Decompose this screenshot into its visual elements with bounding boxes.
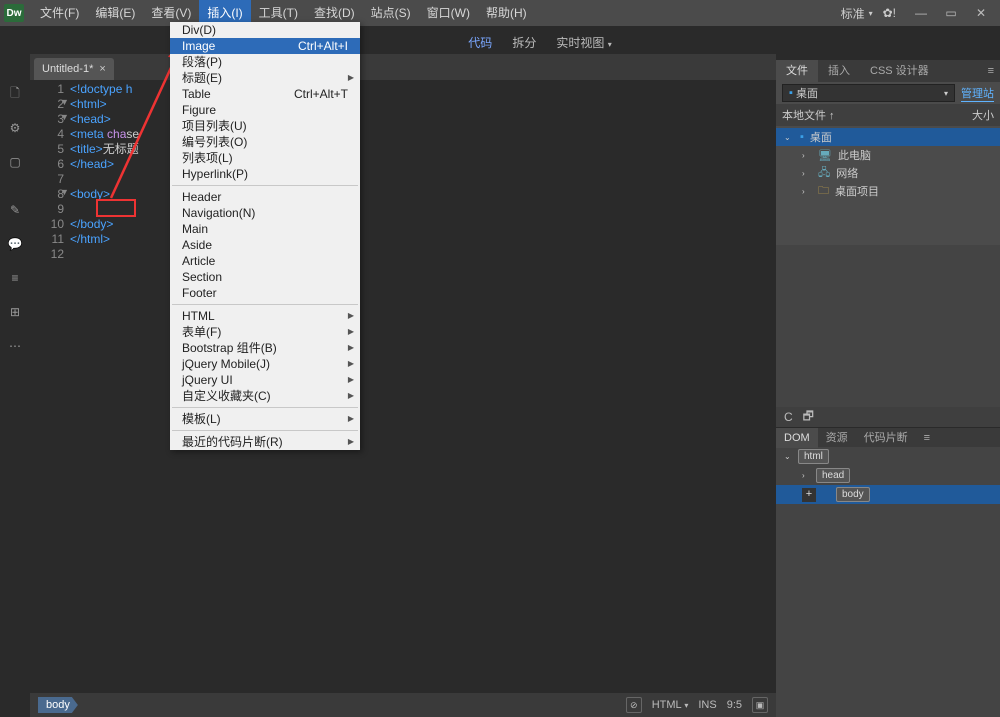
error-status-icon[interactable]: ⊘ bbox=[626, 697, 642, 713]
settings-gear-icon[interactable]: ✿! bbox=[883, 6, 896, 20]
tree-row[interactable]: ⌄▪桌面 bbox=[776, 128, 1000, 146]
insert-item[interactable]: Hyperlink(P) bbox=[170, 166, 360, 182]
insert-item[interactable]: 模板(L) bbox=[170, 411, 360, 427]
panel-menu-icon[interactable]: ≡ bbox=[982, 60, 1000, 82]
tool-file-icon[interactable]: 🗋 bbox=[5, 84, 25, 104]
file-tree[interactable]: ⌄▪桌面›🖥此电脑›🖧网络›🗀桌面项目 bbox=[776, 126, 1000, 202]
tool-more-icon[interactable]: ⋯ bbox=[5, 336, 25, 356]
tab-insert[interactable]: 插入 bbox=[818, 60, 860, 82]
insert-item[interactable]: 标题(E) bbox=[170, 70, 360, 86]
tool-comment-icon[interactable]: 💬 bbox=[5, 234, 25, 254]
insert-item[interactable]: Navigation(N) bbox=[170, 205, 360, 221]
insert-item[interactable]: 段落(P) bbox=[170, 54, 360, 70]
status-bar: body ⊘ HTML ▾ INS 9:5 ▣ bbox=[30, 693, 776, 717]
maximize-button[interactable]: ▭ bbox=[936, 0, 966, 26]
tag-breadcrumb[interactable]: body bbox=[38, 697, 78, 713]
menu-站点(S)[interactable]: 站点(S) bbox=[363, 0, 419, 26]
panel-menu-icon[interactable]: ≡ bbox=[916, 428, 938, 448]
tool-brush-icon[interactable]: ✎ bbox=[5, 200, 25, 220]
fold-toggle[interactable]: ▼ bbox=[60, 97, 69, 107]
insert-item[interactable]: jQuery Mobile(J) bbox=[170, 356, 360, 372]
tool-collapse-icon[interactable]: ≡ bbox=[5, 268, 25, 288]
refresh-icon[interactable]: C bbox=[784, 410, 793, 424]
tab-snippets[interactable]: 代码片断 bbox=[856, 428, 916, 448]
expand-icon[interactable]: 🗗 bbox=[803, 407, 814, 428]
insert-item[interactable]: ImageCtrl+Alt+I bbox=[170, 38, 360, 54]
minimize-button[interactable]: — bbox=[906, 0, 936, 26]
view-split[interactable]: 拆分 bbox=[512, 34, 536, 51]
insert-item[interactable]: TableCtrl+Alt+T bbox=[170, 86, 360, 102]
insert-item[interactable]: Header bbox=[170, 189, 360, 205]
cursor-highlight-box bbox=[96, 199, 136, 217]
tree-row[interactable]: ›🗀桌面项目 bbox=[776, 182, 1000, 200]
insert-item[interactable]: Div(D) bbox=[170, 22, 360, 38]
insert-item[interactable]: Footer bbox=[170, 285, 360, 301]
right-panel: 文件 插入 CSS 设计器 ≡ ▪ 桌面 ▾ 管理站 本地文件 ↑ 大小 ⌄▪桌… bbox=[776, 60, 1000, 717]
dom-tree[interactable]: ⌄html›head+body bbox=[776, 447, 1000, 717]
code-editor[interactable]: 123456789101112 <!doctype h<html><head><… bbox=[30, 80, 776, 687]
insert-item[interactable]: 表单(F) bbox=[170, 324, 360, 340]
status-cursor-pos: 9:5 bbox=[727, 699, 742, 711]
insert-item[interactable]: Section bbox=[170, 269, 360, 285]
view-switcher: 代码 拆分 实时视图 ▾ bbox=[300, 30, 780, 54]
insert-item[interactable]: Main bbox=[170, 221, 360, 237]
view-code[interactable]: 代码 bbox=[468, 34, 492, 51]
insert-item[interactable]: Figure bbox=[170, 102, 360, 118]
menu-帮助(H)[interactable]: 帮助(H) bbox=[478, 0, 535, 26]
view-live[interactable]: 实时视图 ▾ bbox=[556, 34, 611, 51]
menu-编辑(E)[interactable]: 编辑(E) bbox=[87, 0, 143, 26]
document-tab[interactable]: Untitled-1* × bbox=[34, 58, 114, 80]
tab-css-designer[interactable]: CSS 设计器 bbox=[860, 60, 939, 82]
menu-文件(F)[interactable]: 文件(F) bbox=[32, 0, 87, 26]
menu-bar: Dw 文件(F)编辑(E)查看(V)插入(I)工具(T)查找(D)站点(S)窗口… bbox=[0, 0, 1000, 26]
dom-panel-tabs: DOM 资源 代码片断 ≡ bbox=[776, 427, 1000, 447]
line-gutter: 123456789101112 bbox=[30, 80, 70, 687]
tree-row[interactable]: ›🖧网络 bbox=[776, 164, 1000, 182]
insert-item[interactable]: HTML bbox=[170, 308, 360, 324]
size-header: 大小 bbox=[972, 107, 994, 123]
insert-item[interactable]: 项目列表(U) bbox=[170, 118, 360, 134]
insert-item[interactable]: jQuery UI bbox=[170, 372, 360, 388]
tool-settings-icon[interactable]: ⚙ bbox=[5, 118, 25, 138]
insert-item[interactable]: 自定义收藏夹(C) bbox=[170, 388, 360, 404]
files-panel-tabs: 文件 插入 CSS 设计器 ≡ bbox=[776, 60, 1000, 82]
status-language[interactable]: HTML ▾ bbox=[652, 699, 689, 711]
insert-menu-dropdown[interactable]: Div(D)ImageCtrl+Alt+I段落(P)标题(E)TableCtrl… bbox=[170, 22, 360, 450]
tab-files[interactable]: 文件 bbox=[776, 60, 818, 82]
tool-format-icon[interactable]: ⊞ bbox=[5, 302, 25, 322]
left-toolbar: 🗋 ⚙ ▢ ✎ 💬 ≡ ⊞ ⋯ bbox=[0, 80, 30, 356]
status-overflow-icon[interactable]: ▣ bbox=[752, 697, 768, 713]
insert-item[interactable]: Bootstrap 组件(B) bbox=[170, 340, 360, 356]
local-files-header[interactable]: 本地文件 ↑ bbox=[782, 107, 835, 123]
files-panel-toolbar: C 🗗 bbox=[776, 407, 1000, 427]
fold-toggle[interactable]: ▼ bbox=[60, 187, 69, 197]
site-selector[interactable]: ▪ 桌面 ▾ bbox=[782, 84, 955, 102]
dom-add-icon[interactable]: + bbox=[802, 488, 816, 502]
tree-row[interactable]: ›🖥此电脑 bbox=[776, 146, 1000, 164]
app-icon: Dw bbox=[4, 4, 24, 22]
insert-item[interactable]: 编号列表(O) bbox=[170, 134, 360, 150]
close-button[interactable]: ✕ bbox=[966, 0, 996, 26]
dom-row[interactable]: ›head bbox=[776, 466, 1000, 485]
tab-assets[interactable]: 资源 bbox=[818, 428, 856, 448]
workspace-selector[interactable]: 标准▾ bbox=[841, 5, 873, 22]
tab-dom[interactable]: DOM bbox=[776, 428, 818, 448]
fold-toggle[interactable]: ▼ bbox=[60, 112, 69, 122]
dom-row[interactable]: ⌄html bbox=[776, 447, 1000, 466]
insert-item[interactable]: 列表项(L) bbox=[170, 150, 360, 166]
menu-窗口(W)[interactable]: 窗口(W) bbox=[419, 0, 478, 26]
insert-item[interactable]: Aside bbox=[170, 237, 360, 253]
status-insert-mode[interactable]: INS bbox=[698, 699, 716, 711]
insert-item[interactable]: 最近的代码片断(R) bbox=[170, 434, 360, 450]
manage-sites-link[interactable]: 管理站 bbox=[961, 85, 994, 102]
tool-preview-icon[interactable]: ▢ bbox=[5, 152, 25, 172]
tab-close-icon[interactable]: × bbox=[99, 63, 105, 75]
dom-row[interactable]: +body bbox=[776, 485, 1000, 504]
insert-item[interactable]: Article bbox=[170, 253, 360, 269]
document-tab-bar: Untitled-1* × bbox=[30, 54, 776, 80]
